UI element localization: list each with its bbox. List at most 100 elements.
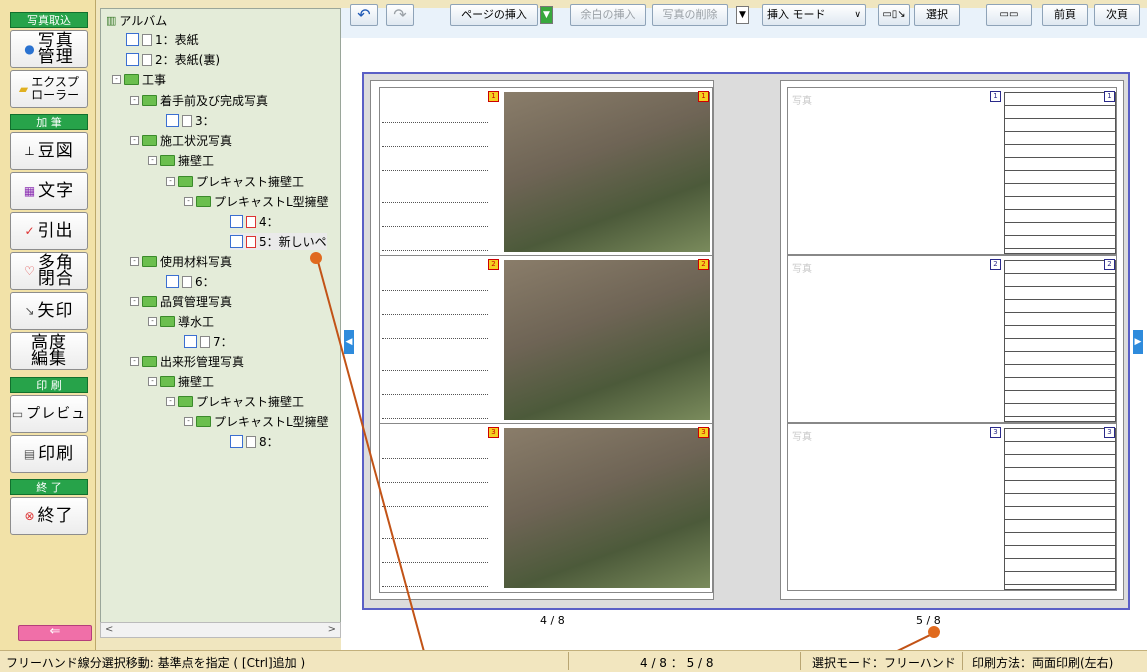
photo-manage-button[interactable]: ● 写真 管理	[10, 30, 88, 68]
leader-icon: ✓	[24, 223, 35, 238]
slot-number: 2	[698, 259, 709, 270]
collapse-icon[interactable]: -	[112, 75, 121, 84]
insert-page-dropdown[interactable]: ▼	[540, 6, 553, 24]
insert-mode-select[interactable]: 挿入 モード ∨	[762, 4, 866, 26]
next-page-button[interactable]: 次頁	[1094, 4, 1140, 26]
advanced-edit-button[interactable]: 高度 編集	[10, 332, 88, 370]
checkbox-icon[interactable]	[166, 275, 179, 288]
collapse-icon[interactable]: -	[148, 317, 157, 326]
exit-button[interactable]: ⊗ 終了	[10, 497, 88, 535]
delete-photo-button[interactable]: 写真の削除	[652, 4, 728, 26]
info-table	[1004, 92, 1116, 254]
mame-zu-button[interactable]: ⊥ 豆図	[10, 132, 88, 170]
frame-icon[interactable]: ▭▭	[986, 4, 1032, 26]
tree-folder[interactable]: - 擁壁工	[148, 373, 214, 390]
redo-button[interactable]: ↷	[386, 4, 414, 26]
select-button[interactable]: 選択	[914, 4, 960, 26]
collapse-icon[interactable]: -	[148, 156, 157, 165]
construction-photo[interactable]	[504, 92, 710, 252]
prev-page-button[interactable]: 前頁	[1042, 4, 1088, 26]
photo-slot[interactable]: 3 3	[379, 423, 713, 593]
group-header-edit: 加 筆	[10, 114, 88, 130]
tree-hscrollbar[interactable]: < >	[100, 622, 341, 638]
tree-item[interactable]: 4：	[230, 213, 279, 230]
tree-folder[interactable]: - 品質管理写真	[130, 293, 232, 310]
insert-margin-button[interactable]: 余白の挿入	[570, 4, 646, 26]
tree-folder[interactable]: - 使用材料写真	[130, 253, 232, 270]
polygon-close-button[interactable]: ♡ 多角 閉合	[10, 252, 88, 290]
collapse-icon[interactable]: -	[130, 136, 139, 145]
insert-page-button[interactable]: ページの挿入	[450, 4, 538, 26]
status-select-mode: 選択モード：フリーハンド	[812, 656, 956, 670]
tree-folder[interactable]: - 施工状況写真	[130, 132, 232, 149]
photo-slot[interactable]: 1 1	[379, 87, 713, 257]
collapse-icon[interactable]: -	[130, 357, 139, 366]
arrow-button[interactable]: ↘ 矢印	[10, 292, 88, 330]
tree-item[interactable]: 3：	[166, 112, 215, 129]
photo-slot[interactable]: 2 2	[379, 255, 713, 425]
document-icon	[246, 235, 256, 248]
collapse-icon[interactable]: -	[148, 377, 157, 386]
info-field	[382, 444, 488, 459]
folder-icon	[142, 296, 157, 307]
layout-select-icon[interactable]: ▭▯↘	[878, 4, 910, 26]
collapse-icon[interactable]: -	[166, 397, 175, 406]
tree-item-selected[interactable]: 5：新しいペ	[230, 233, 327, 250]
tree-root[interactable]: ▥ アルバム	[106, 12, 167, 29]
construction-photo[interactable]	[504, 260, 710, 420]
photo-manage-icon: ●	[24, 41, 35, 56]
scroll-right-icon[interactable]: >	[328, 623, 336, 637]
slot-number: 3	[488, 427, 499, 438]
collapse-icon[interactable]: -	[184, 197, 193, 206]
tree-item[interactable]: 1：表紙	[126, 31, 199, 48]
collapse-icon[interactable]: -	[184, 417, 193, 426]
tree-folder[interactable]: - 導水工	[148, 313, 214, 330]
tree-folder[interactable]: - 出来形管理写真	[130, 353, 244, 370]
next-spread-arrow-icon[interactable]: ▶	[1133, 330, 1143, 354]
leader-button[interactable]: ✓ 引出	[10, 212, 88, 250]
tree-item[interactable]: 2：表紙(裏)	[126, 51, 220, 68]
slot-number: 1	[698, 91, 709, 102]
document-icon	[182, 114, 192, 127]
folder-icon	[160, 155, 175, 166]
photo-slot[interactable]: 写真 1 1	[787, 87, 1117, 255]
photo-slot[interactable]: 写真 2 2	[787, 255, 1117, 423]
back-arrow-button[interactable]: ⇐	[18, 625, 92, 641]
prev-spread-arrow-icon[interactable]: ◀	[344, 330, 354, 354]
tree-folder[interactable]: - プレキャスト擁壁工	[166, 393, 304, 410]
printer-icon: ▤	[23, 446, 36, 461]
left-page[interactable]: 1 1 2 2 3 3	[370, 80, 714, 600]
checkbox-icon[interactable]	[184, 335, 197, 348]
tree-folder[interactable]: - 工事	[112, 71, 166, 88]
tree-item[interactable]: 7：	[184, 333, 233, 350]
checkbox-icon[interactable]	[230, 435, 243, 448]
text-button[interactable]: ▦ 文字	[10, 172, 88, 210]
photo-slot[interactable]: 写真 3 3	[787, 423, 1117, 591]
tree-item[interactable]: 6：	[166, 273, 215, 290]
preview-icon: ▭	[11, 406, 24, 421]
collapse-icon[interactable]: -	[130, 297, 139, 306]
collapse-icon[interactable]: -	[130, 257, 139, 266]
collapse-icon[interactable]: -	[130, 96, 139, 105]
checkbox-icon[interactable]	[126, 53, 139, 66]
checkbox-icon[interactable]	[166, 114, 179, 127]
undo-button[interactable]: ↶	[350, 4, 378, 26]
print-button[interactable]: ▤ 印刷	[10, 435, 88, 473]
tree-folder[interactable]: - 着手前及び完成写真	[130, 92, 268, 109]
tree-folder[interactable]: - プレキャストL型擁壁	[184, 413, 329, 430]
explorer-button[interactable]: ▰ エクスプ ローラー	[10, 70, 88, 108]
right-page[interactable]: 写真 1 1 写真 2 2 写真 3 3	[780, 80, 1124, 600]
tree-folder[interactable]: - プレキャストL型擁壁	[184, 193, 329, 210]
checkbox-icon[interactable]	[230, 235, 243, 248]
collapse-icon[interactable]: -	[166, 177, 175, 186]
tree-item[interactable]: 8：	[230, 433, 279, 450]
scroll-left-icon[interactable]: <	[105, 623, 113, 637]
construction-photo[interactable]	[504, 428, 710, 588]
checkbox-icon[interactable]	[126, 33, 139, 46]
tree-folder[interactable]: - 擁壁工	[148, 152, 214, 169]
folder-icon	[142, 256, 157, 267]
tree-folder[interactable]: - プレキャスト擁壁工	[166, 173, 304, 190]
preview-button[interactable]: ▭ プレビュ	[10, 395, 88, 433]
delete-dropdown[interactable]: ▼	[736, 6, 749, 24]
checkbox-icon[interactable]	[230, 215, 243, 228]
